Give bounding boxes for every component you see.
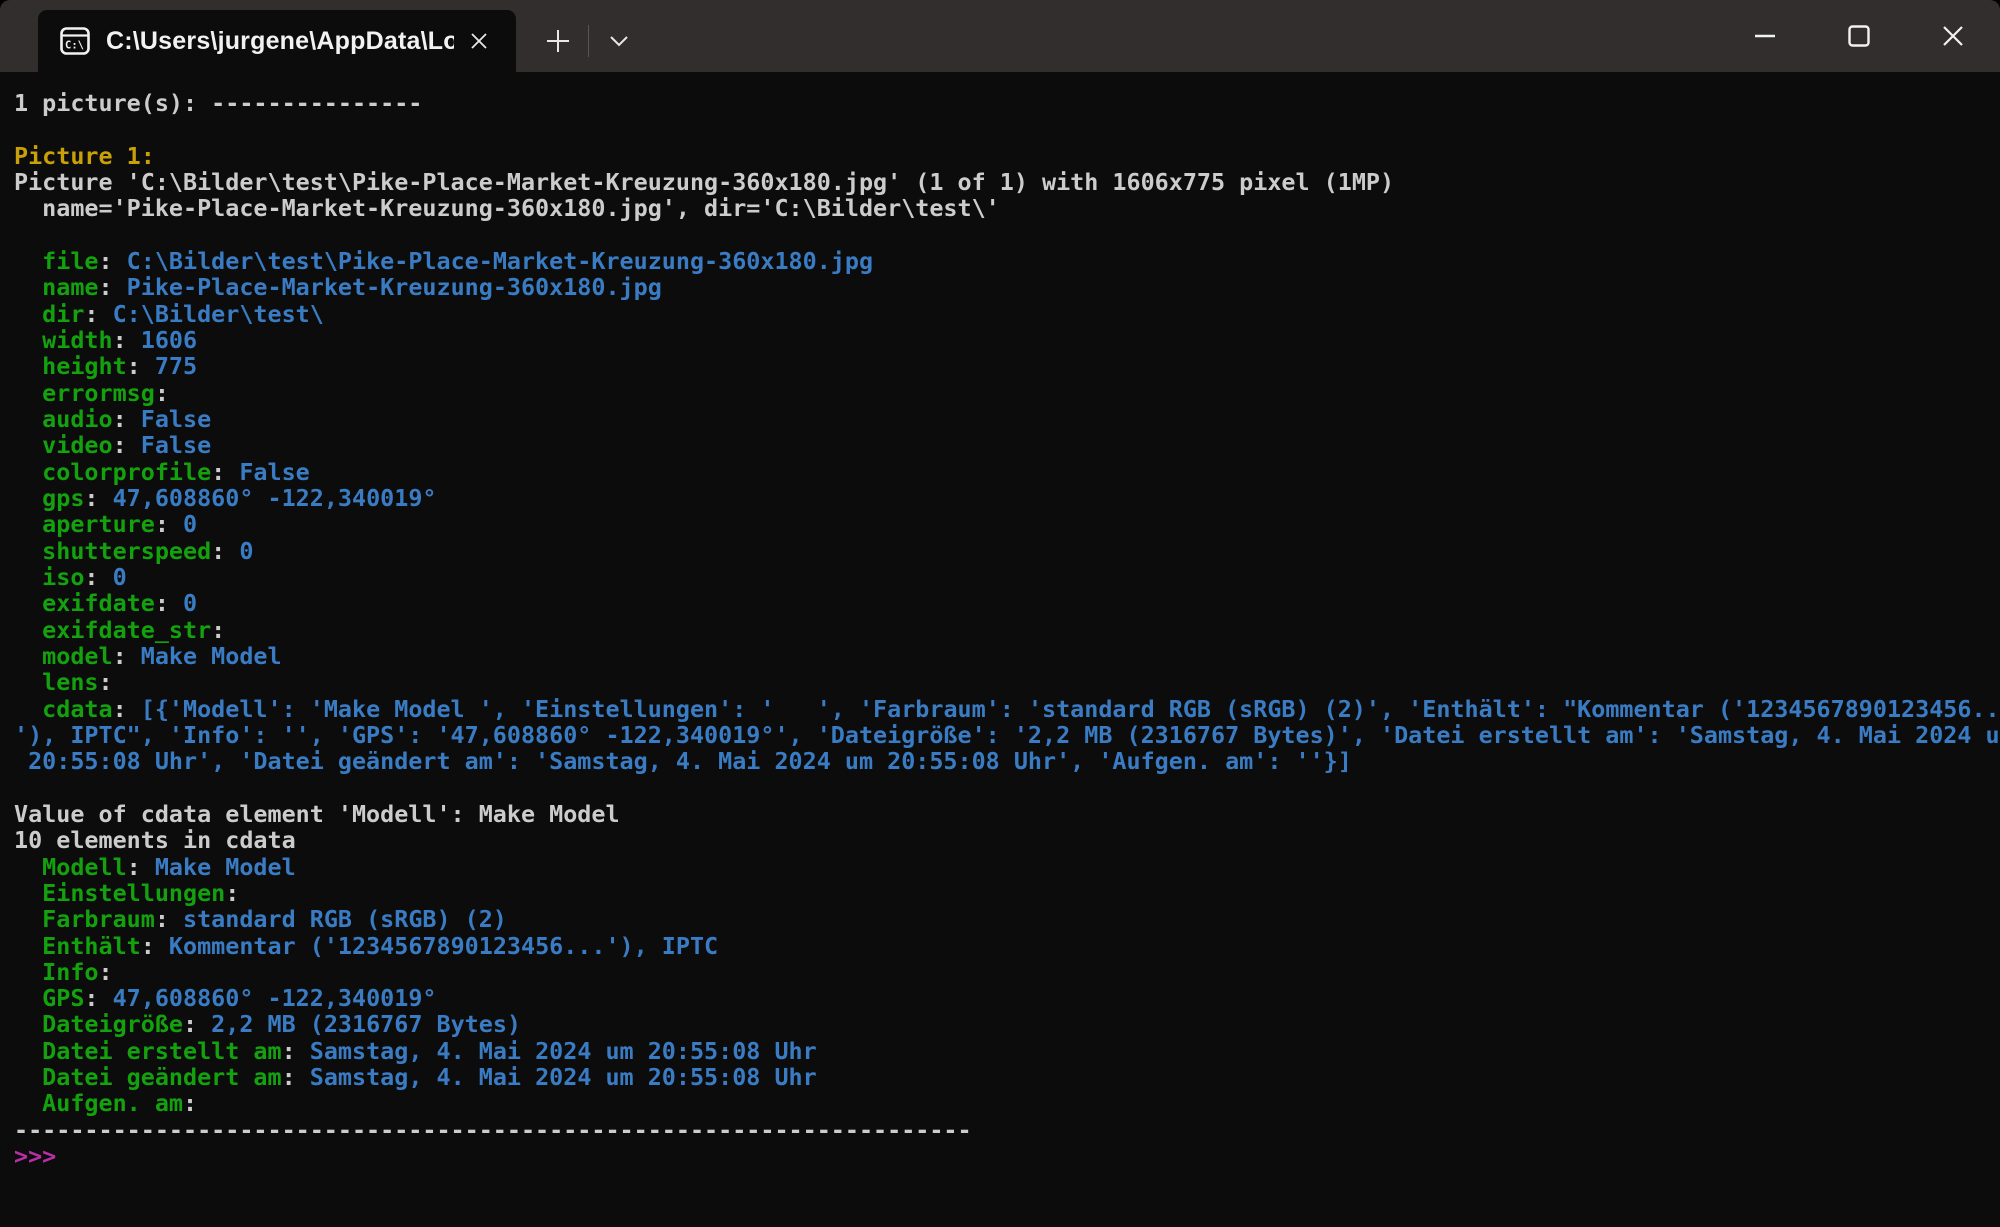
terminal-line: Info: — [14, 959, 2000, 985]
terminal-line: Einstellungen: — [14, 880, 2000, 906]
terminal-line: exifdate_str: — [14, 617, 2000, 643]
terminal-line: gps: 47,608860° -122,340019° — [14, 485, 2000, 511]
terminal-line: errormsg: — [14, 380, 2000, 406]
terminal-line: audio: False — [14, 406, 2000, 432]
terminal-line: Picture 1: — [14, 143, 2000, 169]
terminal-line: width: 1606 — [14, 327, 2000, 353]
terminal-line: exifdate: 0 — [14, 590, 2000, 616]
terminal-line: Modell: Make Model — [14, 854, 2000, 880]
terminal-line: lens: — [14, 669, 2000, 695]
plus-icon — [545, 28, 571, 54]
terminal-line: 20:55:08 Uhr', 'Datei geändert am': 'Sam… — [14, 748, 2000, 774]
maximize-icon — [1848, 25, 1870, 47]
window-controls — [1718, 0, 2000, 72]
terminal-line: Aufgen. am: — [14, 1090, 2000, 1116]
terminal-line: height: 775 — [14, 353, 2000, 379]
terminal-window: C:\ C:\Users\jurgene\AppData\Lo — [0, 0, 2000, 1227]
terminal-line — [14, 222, 2000, 248]
terminal-line: 10 elements in cdata — [14, 827, 2000, 853]
terminal-line — [14, 775, 2000, 801]
titlebar-separator — [588, 25, 589, 57]
terminal-line — [14, 116, 2000, 142]
terminal-line: Enthält: Kommentar ('1234567890123456...… — [14, 933, 2000, 959]
minimize-icon — [1755, 34, 1775, 38]
tab-close-button[interactable] — [462, 24, 496, 58]
terminal-icon: C:\ — [60, 26, 90, 56]
new-tab-button[interactable] — [534, 17, 582, 65]
terminal-line: 1 picture(s): --------------- — [14, 90, 2000, 116]
terminal-line: '), IPTC", 'Info': '', 'GPS': '47,608860… — [14, 722, 2000, 748]
terminal-line: Picture 'C:\Bilder\test\Pike-Place-Marke… — [14, 169, 2000, 195]
close-icon — [1942, 25, 1964, 47]
terminal-line: GPS: 47,608860° -122,340019° — [14, 985, 2000, 1011]
maximize-button[interactable] — [1812, 0, 1906, 72]
terminal-line: Farbraum: standard RGB (sRGB) (2) — [14, 906, 2000, 932]
terminal-line: ----------------------------------------… — [14, 1117, 2000, 1143]
close-button[interactable] — [1906, 0, 2000, 72]
terminal-line: name='Pike-Place-Market-Kreuzung-360x180… — [14, 195, 2000, 221]
tab-active[interactable]: C:\ C:\Users\jurgene\AppData\Lo — [38, 10, 516, 72]
titlebar[interactable]: C:\ C:\Users\jurgene\AppData\Lo — [0, 0, 2000, 72]
titlebar-drag-region[interactable] — [643, 0, 1718, 72]
svg-text:C:\: C:\ — [65, 40, 84, 52]
tab-dropdown-button[interactable] — [595, 17, 643, 65]
terminal-line: Datei erstellt am: Samstag, 4. Mai 2024 … — [14, 1038, 2000, 1064]
terminal-line: name: Pike-Place-Market-Kreuzung-360x180… — [14, 274, 2000, 300]
terminal-line: aperture: 0 — [14, 511, 2000, 537]
minimize-button[interactable] — [1718, 0, 1812, 72]
terminal-line: file: C:\Bilder\test\Pike-Place-Market-K… — [14, 248, 2000, 274]
tab-title: C:\Users\jurgene\AppData\Lo — [106, 27, 454, 56]
terminal-line: Dateigröße: 2,2 MB (2316767 Bytes) — [14, 1011, 2000, 1037]
terminal-line: video: False — [14, 432, 2000, 458]
terminal-line: cdata: [{'Modell': 'Make Model ', 'Einst… — [14, 696, 2000, 722]
terminal-line: >>> — [14, 1143, 2000, 1169]
close-icon — [469, 31, 489, 51]
terminal-line: Value of cdata element 'Modell': Make Mo… — [14, 801, 2000, 827]
terminal-line: colorprofile: False — [14, 459, 2000, 485]
terminal-line: Datei geändert am: Samstag, 4. Mai 2024 … — [14, 1064, 2000, 1090]
terminal-line: model: Make Model — [14, 643, 2000, 669]
terminal-output[interactable]: 1 picture(s): --------------- Picture 1:… — [0, 72, 2000, 1227]
terminal-line: dir: C:\Bilder\test\ — [14, 301, 2000, 327]
terminal-line: iso: 0 — [14, 564, 2000, 590]
chevron-down-icon — [609, 35, 629, 47]
terminal-line: shutterspeed: 0 — [14, 538, 2000, 564]
